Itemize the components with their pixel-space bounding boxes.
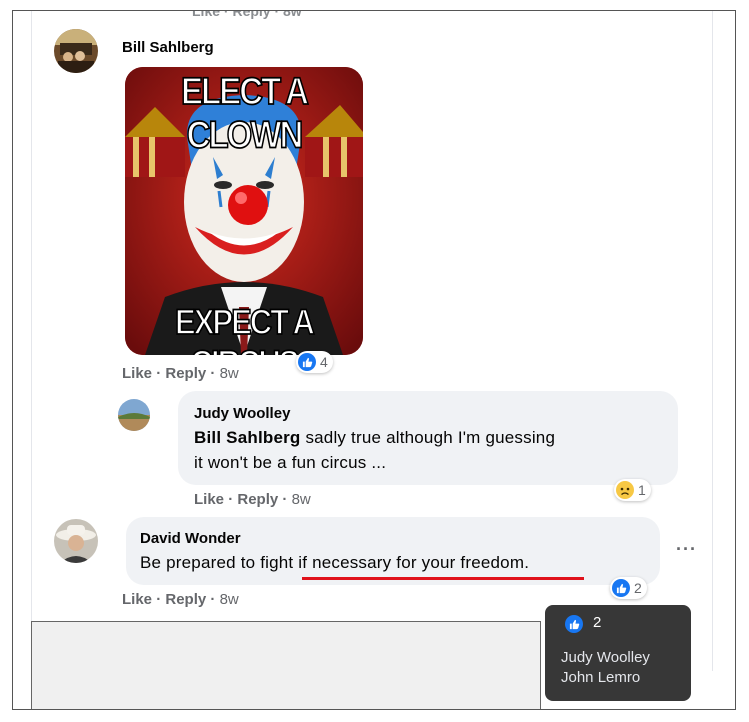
mention-link[interactable]: Bill Sahlberg — [194, 428, 301, 447]
separator: · — [228, 491, 238, 508]
like-icon — [612, 579, 630, 597]
reaction-count[interactable]: 2 — [610, 577, 647, 599]
sad-icon — [616, 481, 634, 499]
reaction-number: 4 — [320, 354, 328, 370]
like-link[interactable]: Like — [194, 491, 224, 508]
tooltip-count: 2 — [593, 614, 602, 631]
reaction-number: 2 — [634, 580, 642, 596]
like-link[interactable]: Like — [122, 591, 152, 608]
comment-actions: Like · Reply · 8w — [194, 491, 311, 508]
separator: · — [210, 365, 220, 382]
comment-text-line2: it won't be a fun circus ... — [194, 453, 387, 472]
reaction-number: 1 — [638, 482, 646, 498]
reactor-name: Judy Woolley — [561, 649, 650, 666]
comment-text-line1: sadly true although I'm guessing — [300, 428, 556, 447]
reaction-count[interactable]: 1 — [614, 479, 651, 501]
comment-input-area[interactable] — [31, 621, 541, 709]
reactions-tooltip: 2 Judy Woolley John Lemro — [545, 605, 691, 701]
previous-comment-meta: Like · Reply · 8w — [192, 10, 302, 19]
comment-author[interactable]: Judy Woolley — [194, 405, 290, 422]
reply-link[interactable]: Reply — [237, 491, 278, 508]
reaction-count[interactable]: 4 — [296, 351, 333, 373]
reply-link[interactable]: Reply — [165, 591, 206, 608]
comment-bubble: David Wonder Be prepared to fight if nec… — [126, 517, 660, 585]
comment-panel: Like · Reply · 8w Bill Sahlberg ELECT A … — [31, 11, 713, 671]
avatar[interactable] — [54, 29, 98, 73]
comment-actions: Like · Reply · 8w — [122, 365, 239, 382]
meme-bottom-text: EXPECT A CIRCUS — [174, 301, 315, 355]
separator: · — [156, 591, 166, 608]
more-options-icon[interactable]: ··· — [676, 539, 697, 560]
timestamp[interactable]: 8w — [220, 365, 239, 382]
like-icon — [298, 353, 316, 371]
avatar[interactable] — [54, 519, 98, 563]
avatar[interactable] — [118, 399, 150, 431]
timestamp[interactable]: 8w — [220, 591, 239, 608]
screenshot-frame: Like · Reply · 8w Bill Sahlberg ELECT A … — [12, 10, 736, 710]
meme-top-text: ELECT A CLOWN — [180, 68, 309, 156]
separator: · — [156, 365, 166, 382]
separator: · — [282, 491, 292, 508]
separator: · — [210, 591, 220, 608]
comment-actions: Like · Reply · 8w — [122, 591, 239, 608]
like-icon — [565, 615, 583, 633]
like-link[interactable]: Like — [122, 365, 152, 382]
reply-link[interactable]: Reply — [165, 365, 206, 382]
comment-author[interactable]: Bill Sahlberg — [122, 39, 214, 56]
comment-bubble: Judy Woolley Bill Sahlberg sadly true al… — [178, 391, 678, 485]
comment-text: Be prepared to fight if necessary for yo… — [140, 553, 530, 572]
meme-image[interactable]: ELECT A CLOWN EXPECT A CIRCUS — [125, 67, 363, 355]
comment-author[interactable]: David Wonder — [140, 530, 241, 547]
annotation-underline — [302, 577, 584, 580]
reactor-name: John Lemro — [561, 669, 641, 686]
timestamp[interactable]: 8w — [292, 491, 311, 508]
comment-text: Bill Sahlberg sadly true although I'm gu… — [194, 425, 555, 450]
